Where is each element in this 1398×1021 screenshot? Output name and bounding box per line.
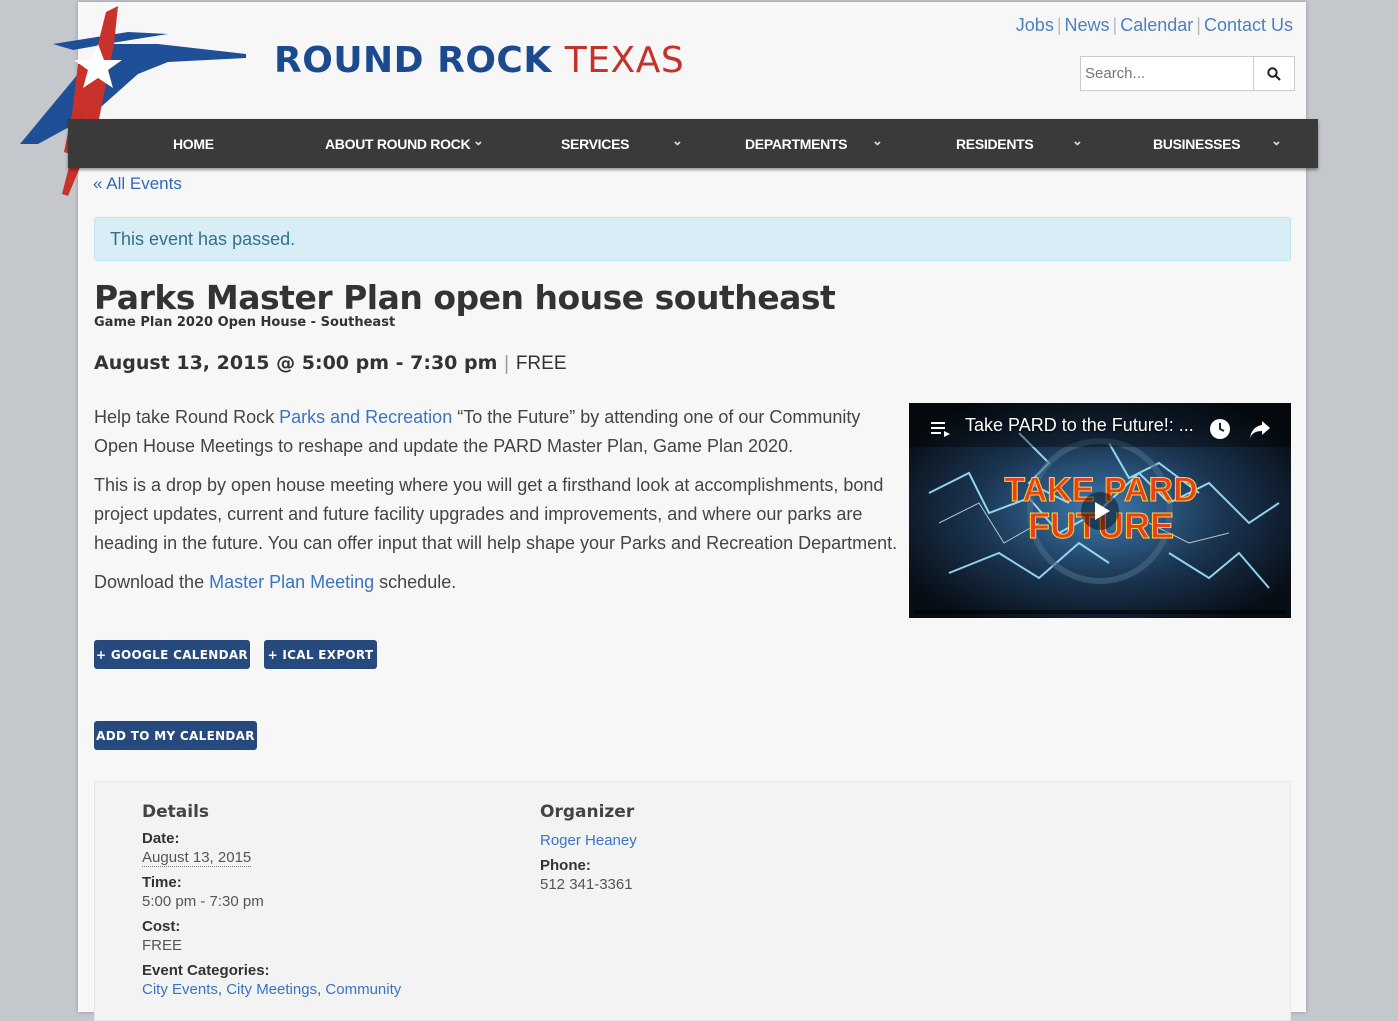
phone-label: Phone: [540, 857, 591, 874]
master-plan-meeting-link[interactable]: Master Plan Meeting [209, 572, 374, 592]
utility-links: Jobs | News | Calendar | Contact Us [1013, 15, 1296, 36]
parks-recreation-link[interactable]: Parks and Recreation [279, 407, 452, 427]
category-link[interactable]: City Meetings [226, 981, 317, 998]
event-description: Help take Round Rock Parks and Recreatio… [94, 403, 900, 607]
search-icon [1267, 66, 1281, 81]
nav-departments[interactable]: DEPARTMENTS ⌄ [745, 119, 883, 168]
date-value: August 13, 2015 [142, 849, 252, 867]
phone-value: 512 341-3361 [540, 876, 633, 893]
chevron-down-icon: ⌄ [672, 133, 683, 148]
calendar-link[interactable]: Calendar [1117, 15, 1196, 35]
all-events-link[interactable]: « All Events [93, 174, 182, 194]
contact-us-link[interactable]: Contact Us [1201, 15, 1296, 35]
search-box [1080, 56, 1295, 91]
chevron-down-icon: ⌄ [1271, 133, 1282, 148]
organizer-heading: Organizer [540, 802, 635, 822]
organizer-column: Organizer Roger Heaney Phone: 512 341-33… [540, 802, 637, 893]
details-column: Details Date: August 13, 2015 Time: 5:00… [142, 802, 401, 998]
ical-export-button[interactable]: + ICAL EXPORT [264, 640, 377, 669]
nav-about-label: ABOUT ROUND ROCK [325, 135, 471, 152]
chevron-down-icon: ⌄ [872, 133, 883, 148]
event-datetime: August 13, 2015 @ 5:00 pm - 7:30 pm [94, 352, 498, 374]
categories-label: Event Categories: [142, 962, 270, 979]
description-paragraph: Help take Round Rock Parks and Recreatio… [94, 407, 861, 456]
categories-list: City Events, City Meetings, Community [142, 981, 402, 998]
watch-later-icon[interactable] [1209, 418, 1231, 440]
chevron-down-icon: ⌄ [473, 133, 484, 148]
event-subtitle: Game Plan 2020 Open House - Southeast [94, 315, 396, 330]
google-calendar-button[interactable]: + GOOGLE CALENDAR [94, 640, 250, 669]
event-title: Parks Master Plan open house southeast [94, 278, 836, 317]
playlist-icon[interactable] [931, 420, 951, 438]
cost-label: Cost: [142, 918, 181, 935]
date-label: Date: [142, 830, 180, 847]
nav-home[interactable]: HOME [173, 119, 214, 168]
main-nav: HOME ABOUT ROUND ROCK ⌄ SERVICES ⌄ DEPARTM… [68, 119, 1318, 168]
video-title[interactable]: Take PARD to the Future!: ... [965, 415, 1194, 436]
nav-businesses-label: BUSINESSES [1153, 135, 1241, 152]
description-paragraph: This is a drop by open house meeting whe… [94, 475, 898, 553]
nav-residents[interactable]: RESIDENTS ⌄ [956, 119, 1083, 168]
news-link[interactable]: News [1062, 15, 1113, 35]
time-value: 5:00 pm - 7:30 pm [142, 893, 264, 910]
cost-value: FREE [142, 937, 183, 954]
brand-round-rock: ROUND ROCK [274, 40, 552, 81]
event-cost: FREE [515, 353, 567, 374]
category-link[interactable]: Community [325, 981, 401, 998]
star-logo-icon[interactable] [18, 4, 253, 199]
details-heading: Details [142, 802, 210, 822]
description-paragraph: Download the Master Plan Meeting schedul… [94, 572, 457, 592]
nav-businesses[interactable]: BUSINESSES ⌄ [1153, 119, 1282, 168]
category-link[interactable]: City Events [142, 981, 218, 998]
nav-departments-label: DEPARTMENTS [745, 135, 848, 152]
jobs-link[interactable]: Jobs [1013, 15, 1057, 35]
time-label: Time: [142, 874, 182, 891]
nav-home-label: HOME [173, 135, 214, 152]
nav-services[interactable]: SERVICES ⌄ [561, 119, 683, 168]
site-title[interactable]: ROUND ROCK TEXAS [274, 40, 684, 81]
video-embed[interactable]: TAKE PARD FUTURE Take PARD to the Future… [909, 403, 1291, 618]
nav-services-label: SERVICES [561, 135, 630, 152]
nav-about[interactable]: ABOUT ROUND ROCK ⌄ [325, 119, 484, 168]
organizer-name-link[interactable]: Roger Heaney [540, 832, 637, 849]
play-button-icon[interactable] [1081, 492, 1119, 530]
search-input[interactable] [1081, 57, 1253, 90]
add-to-my-calendar-button[interactable]: ADD TO MY CALENDAR [94, 721, 257, 750]
nav-residents-label: RESIDENTS [956, 135, 1034, 152]
search-button[interactable] [1253, 57, 1294, 90]
chevron-down-icon: ⌄ [1072, 133, 1083, 148]
event-details-panel: Details Date: August 13, 2015 Time: 5:00… [94, 781, 1291, 1021]
brand-texas: TEXAS [564, 40, 685, 81]
event-passed-notice: This event has passed. [94, 217, 1291, 261]
event-schedule: August 13, 2015 @ 5:00 pm - 7:30 pm | FREE [94, 352, 567, 374]
share-icon[interactable] [1249, 419, 1271, 439]
